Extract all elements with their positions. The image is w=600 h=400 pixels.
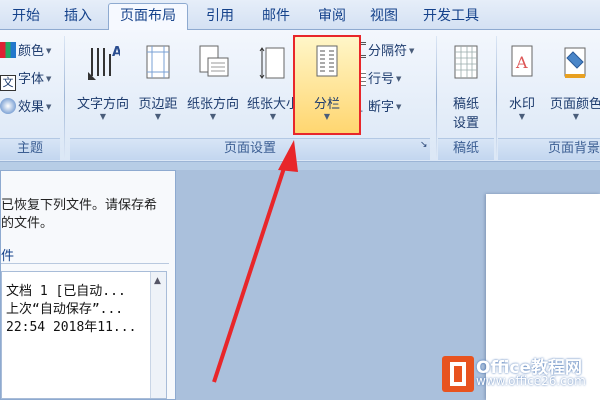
logo-url: www.office26.com: [476, 374, 586, 388]
annotation-arrow: [212, 140, 298, 383]
arrow-shaft: [212, 161, 288, 383]
arrow-head: [278, 140, 298, 172]
